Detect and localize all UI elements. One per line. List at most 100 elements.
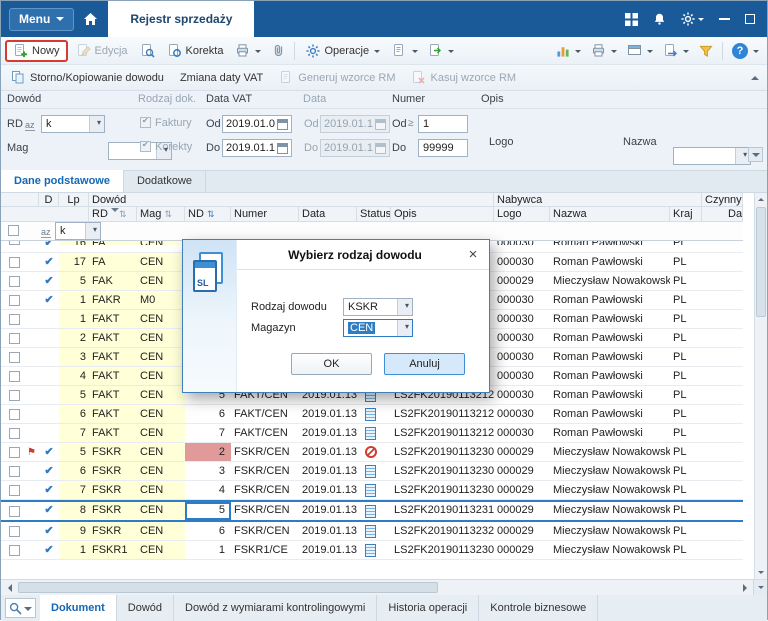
- cell-rd[interactable]: FSKR: [89, 462, 137, 480]
- cell-kraj[interactable]: PL: [670, 386, 702, 404]
- grid-rd-filter-select[interactable]: k: [55, 222, 101, 240]
- scroll-right-button[interactable]: [737, 580, 753, 595]
- cell-nazwa[interactable]: Roman Pawłowski: [550, 329, 670, 347]
- header-numer[interactable]: Numer: [231, 207, 299, 222]
- cell-opis[interactable]: LS2FK20190113230525: [391, 481, 494, 499]
- row-checkbox[interactable]: [8, 525, 20, 537]
- row-checkbox[interactable]: [8, 313, 20, 325]
- cell-nd[interactable]: 5: [185, 502, 231, 520]
- row-checkbox[interactable]: [8, 484, 20, 496]
- cell-rd[interactable]: FA: [89, 253, 137, 271]
- bottom-tab-dokument[interactable]: Dokument: [40, 595, 117, 621]
- close-icon[interactable]: [465, 247, 481, 263]
- cell-mag[interactable]: CEN: [137, 502, 185, 520]
- cell-nazwa[interactable]: Mieczysław Nowakowski: [550, 272, 670, 290]
- data-vat-do-input[interactable]: 2019.01.1: [222, 139, 292, 157]
- cell-kraj[interactable]: PL: [670, 541, 702, 559]
- export-button[interactable]: [659, 40, 693, 62]
- header-logo[interactable]: Logo: [494, 207, 550, 222]
- maximize-button[interactable]: [745, 14, 755, 24]
- faktury-checkbox[interactable]: Faktury: [140, 116, 192, 129]
- kasuj-wzorce-button[interactable]: Kasuj wzorce RM: [405, 67, 522, 89]
- row-select-cell[interactable]: [1, 541, 27, 559]
- cell-opis[interactable]: LS2FK20190113230525: [391, 462, 494, 480]
- cell-czynny[interactable]: [702, 522, 743, 540]
- cell-mag[interactable]: CEN: [137, 348, 185, 366]
- cell-d[interactable]: ✔: [39, 272, 59, 290]
- cell-d[interactable]: ✔: [39, 502, 59, 520]
- cell-lp[interactable]: 5: [59, 386, 89, 404]
- cell-nazwa[interactable]: Roman Pawłowski: [550, 310, 670, 328]
- cell-rd[interactable]: FAKT: [89, 329, 137, 347]
- cell-kraj[interactable]: PL: [670, 310, 702, 328]
- row-select-cell[interactable]: [1, 310, 27, 328]
- cell-logo[interactable]: 000030: [494, 241, 550, 245]
- cell-nd[interactable]: 6: [185, 405, 231, 423]
- header-nabywca-group[interactable]: Nabywca: [494, 193, 702, 207]
- row-checkbox[interactable]: [8, 294, 20, 306]
- anuluj-button[interactable]: Anuluj: [384, 353, 465, 375]
- header-d[interactable]: D: [39, 193, 59, 207]
- cell-kraj[interactable]: PL: [670, 405, 702, 423]
- cell-d[interactable]: [39, 367, 59, 385]
- tab-dane-podstawowe[interactable]: Dane podstawowe: [1, 170, 124, 192]
- horizontal-scrollbar-thumb[interactable]: [18, 582, 438, 593]
- vertical-scrollbar[interactable]: [754, 193, 767, 579]
- cell-nazwa[interactable]: Mieczysław Nowakowski: [550, 462, 670, 480]
- cell-status[interactable]: [357, 443, 391, 461]
- cell-lp[interactable]: 1: [59, 291, 89, 309]
- cell-status[interactable]: [357, 462, 391, 480]
- row-checkbox[interactable]: [8, 332, 20, 344]
- header-opis[interactable]: Opis: [391, 207, 494, 222]
- table-row[interactable]: 6 FAKT CEN 6 FAKT/CEN 2019.01.13 LS2FK20190113…: [1, 405, 743, 424]
- row-checkbox[interactable]: [8, 505, 20, 517]
- cell-rd[interactable]: FSKR: [89, 443, 137, 461]
- cell-mag[interactable]: M0: [137, 291, 185, 309]
- row-select-cell[interactable]: [1, 386, 27, 404]
- ok-button[interactable]: OK: [291, 353, 372, 375]
- cell-kraj[interactable]: PL: [670, 253, 702, 271]
- cell-kraj[interactable]: PL: [670, 502, 702, 520]
- cell-nazwa[interactable]: Mieczysław Nowakowski: [550, 522, 670, 540]
- cell-kraj[interactable]: PL: [670, 522, 702, 540]
- row-select-cell[interactable]: [1, 502, 27, 520]
- cell-rd[interactable]: FAKT: [89, 386, 137, 404]
- row-checkbox[interactable]: [8, 544, 20, 556]
- row-select-cell[interactable]: [1, 241, 27, 245]
- header-data[interactable]: Data: [299, 207, 357, 222]
- home-button[interactable]: [83, 12, 98, 26]
- cell-rd[interactable]: FAKR: [89, 291, 137, 309]
- cell-data[interactable]: 2019.01.13: [299, 443, 357, 461]
- nowy-button[interactable]: Nowy: [5, 39, 68, 62]
- cell-d[interactable]: ✔: [39, 291, 59, 309]
- cell-opis[interactable]: LS2FK20190113212238: [391, 405, 494, 423]
- cell-czynny[interactable]: [702, 329, 743, 347]
- cell-rd[interactable]: FAKT: [89, 367, 137, 385]
- cell-nazwa[interactable]: Mieczysław Nowakowski: [550, 481, 670, 499]
- cell-d[interactable]: [39, 348, 59, 366]
- cell-mag[interactable]: CEN: [137, 386, 185, 404]
- cell-czynny[interactable]: [702, 253, 743, 271]
- cell-data[interactable]: 2019.01.13: [299, 502, 357, 520]
- vertical-scrollbar-thumb[interactable]: [756, 207, 766, 317]
- cell-lp[interactable]: 5: [59, 272, 89, 290]
- bottom-tab-dowód-z-wymiarami-kontrolingowymi[interactable]: Dowód z wymiarami kontrolingowymi: [174, 595, 378, 621]
- cell-nazwa[interactable]: Mieczysław Nowakowski: [550, 502, 670, 520]
- cell-d[interactable]: ✔: [39, 522, 59, 540]
- row-select-cell[interactable]: [1, 348, 27, 366]
- table-row[interactable]: 7 FAKT CEN 7 FAKT/CEN 2019.01.13 LS2FK20190113…: [1, 424, 743, 443]
- cell-d[interactable]: ✔: [39, 443, 59, 461]
- table-row[interactable]: ✔ 6 FSKR CEN 3 FSKR/CEN 2019.01.13 LS2FK2019011…: [1, 462, 743, 481]
- storno-button[interactable]: Storno/Kopiowanie dowodu: [5, 67, 170, 89]
- cell-status[interactable]: [357, 424, 391, 442]
- row-select-cell[interactable]: [1, 443, 27, 461]
- cell-logo[interactable]: 000029: [494, 502, 550, 520]
- header-czynny-group[interactable]: Czynny pc: [702, 193, 743, 207]
- cell-nazwa[interactable]: Mieczysław Nowakowski: [550, 443, 670, 461]
- cell-lp[interactable]: 3: [59, 348, 89, 366]
- cell-logo[interactable]: 000029: [494, 443, 550, 461]
- cell-kraj[interactable]: PL: [670, 291, 702, 309]
- cell-nd[interactable]: 2: [185, 443, 231, 461]
- cell-lp[interactable]: 4: [59, 367, 89, 385]
- help-button[interactable]: ?: [728, 40, 763, 62]
